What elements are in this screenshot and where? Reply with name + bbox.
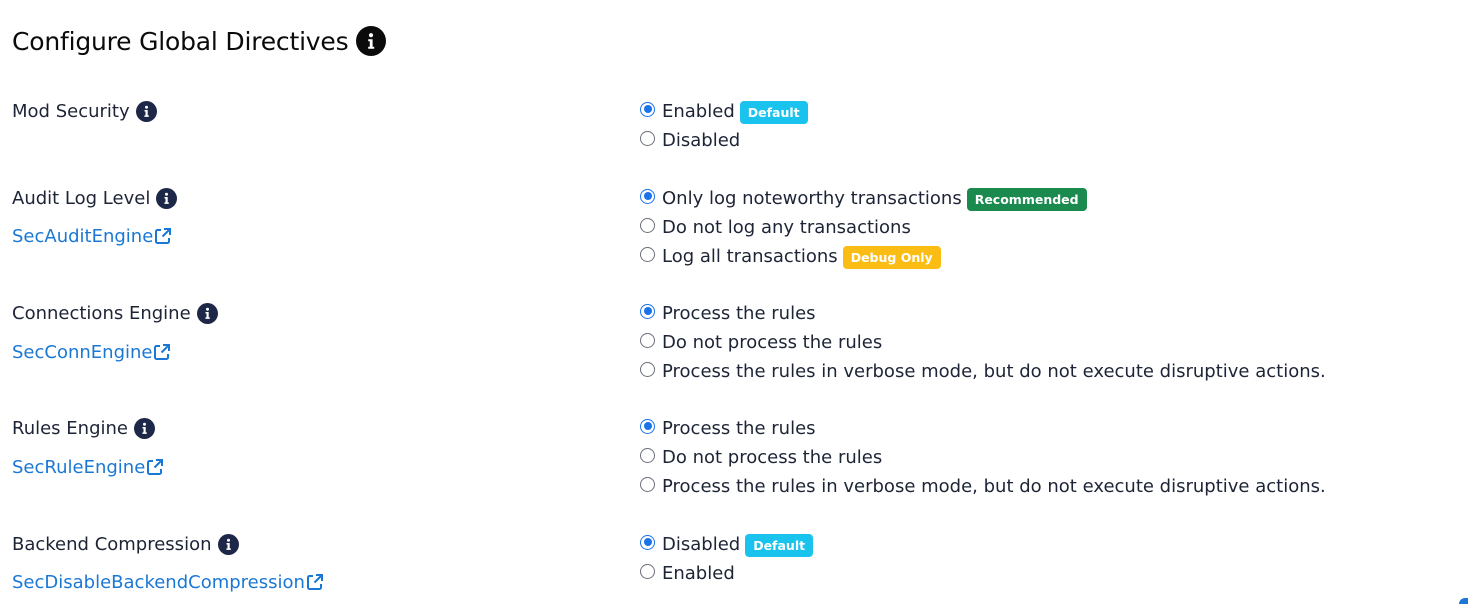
option-audit-all[interactable]: Log all transactions Debug Only bbox=[640, 243, 941, 269]
sec-rule-engine-link[interactable]: SecRuleEngine bbox=[12, 454, 164, 480]
rules-engine-label: Rules Engine bbox=[12, 415, 155, 441]
info-icon[interactable] bbox=[135, 100, 157, 122]
section-label: Backend Compression bbox=[12, 533, 212, 555]
external-link-icon bbox=[153, 343, 171, 361]
option-label: Do not log any transactions bbox=[662, 216, 911, 238]
sec-disable-backend-compression-link[interactable]: SecDisableBackendCompression bbox=[12, 569, 324, 595]
option-mod-security-disabled[interactable]: Disabled bbox=[640, 127, 740, 153]
info-icon[interactable] bbox=[217, 533, 239, 555]
option-audit-none[interactable]: Do not log any transactions bbox=[640, 214, 911, 240]
radio-button[interactable] bbox=[640, 246, 655, 262]
info-icon[interactable] bbox=[133, 417, 155, 439]
default-badge: Default bbox=[745, 533, 814, 557]
section-label: Mod Security bbox=[12, 100, 130, 122]
recommended-badge: Recommended bbox=[966, 187, 1087, 211]
radio-button[interactable] bbox=[640, 303, 655, 319]
section-label: Rules Engine bbox=[12, 417, 128, 439]
link-text: SecRuleEngine bbox=[12, 456, 146, 478]
option-label: Enabled bbox=[662, 562, 735, 584]
sec-audit-engine-link[interactable]: SecAuditEngine bbox=[12, 223, 172, 249]
sec-conn-engine-link[interactable]: SecConnEngine bbox=[12, 339, 171, 365]
info-icon[interactable] bbox=[196, 302, 218, 324]
link-text: SecConnEngine bbox=[12, 341, 153, 363]
option-rule-process[interactable]: Process the rules bbox=[640, 415, 816, 441]
radio-button[interactable] bbox=[640, 476, 655, 492]
external-link-icon bbox=[306, 573, 324, 591]
option-rule-verbose[interactable]: Process the rules in verbose mode, but d… bbox=[640, 473, 1326, 499]
radio-button[interactable] bbox=[640, 447, 655, 463]
option-conn-verbose[interactable]: Process the rules in verbose mode, but d… bbox=[640, 358, 1326, 384]
debug-only-badge: Debug Only bbox=[842, 245, 941, 269]
section-label: Connections Engine bbox=[12, 302, 191, 324]
option-label: Disabled bbox=[662, 533, 741, 555]
link-text: SecDisableBackendCompression bbox=[12, 571, 305, 593]
scroll-indicator bbox=[1459, 598, 1468, 604]
radio-button[interactable] bbox=[640, 217, 655, 233]
radio-button[interactable] bbox=[640, 418, 655, 434]
option-label: Process the rules bbox=[662, 417, 816, 439]
radio-button[interactable] bbox=[640, 130, 655, 146]
audit-log-level-label: Audit Log Level bbox=[12, 185, 178, 211]
option-label: Do not process the rules bbox=[662, 446, 883, 468]
link-text: SecAuditEngine bbox=[12, 225, 154, 247]
option-backend-enabled[interactable]: Enabled bbox=[640, 560, 735, 586]
page-title: Configure Global Directives bbox=[12, 22, 387, 60]
option-label: Process the rules in verbose mode, but d… bbox=[662, 475, 1326, 497]
connections-engine-label: Connections Engine bbox=[12, 300, 218, 326]
option-conn-process[interactable]: Process the rules bbox=[640, 300, 816, 326]
option-rule-no-process[interactable]: Do not process the rules bbox=[640, 444, 882, 470]
option-backend-disabled[interactable]: Disabled Default bbox=[640, 531, 814, 557]
radio-button[interactable] bbox=[640, 361, 655, 377]
backend-compression-label: Backend Compression bbox=[12, 531, 239, 557]
radio-button[interactable] bbox=[640, 188, 655, 204]
option-label: Disabled bbox=[662, 129, 741, 151]
option-label: Enabled bbox=[662, 100, 735, 122]
default-badge: Default bbox=[739, 100, 808, 124]
external-link-icon bbox=[154, 227, 172, 245]
page-title-text: Configure Global Directives bbox=[12, 26, 349, 56]
option-label: Process the rules bbox=[662, 302, 816, 324]
mod-security-label: Mod Security bbox=[12, 98, 157, 124]
external-link-icon bbox=[146, 458, 164, 476]
radio-button[interactable] bbox=[640, 563, 655, 579]
option-conn-no-process[interactable]: Do not process the rules bbox=[640, 329, 882, 355]
radio-button[interactable] bbox=[640, 332, 655, 348]
radio-button[interactable] bbox=[640, 534, 655, 550]
info-icon[interactable] bbox=[356, 26, 387, 56]
option-label: Log all transactions bbox=[662, 245, 838, 267]
section-label: Audit Log Level bbox=[12, 187, 151, 209]
option-mod-security-enabled[interactable]: Enabled Default bbox=[640, 98, 808, 124]
radio-button[interactable] bbox=[640, 101, 655, 117]
option-label: Process the rules in verbose mode, but d… bbox=[662, 360, 1326, 382]
option-label: Only log noteworthy transactions bbox=[662, 187, 962, 209]
option-audit-noteworthy[interactable]: Only log noteworthy transactions Recomme… bbox=[640, 185, 1087, 211]
option-label: Do not process the rules bbox=[662, 331, 883, 353]
info-icon[interactable] bbox=[156, 187, 178, 209]
